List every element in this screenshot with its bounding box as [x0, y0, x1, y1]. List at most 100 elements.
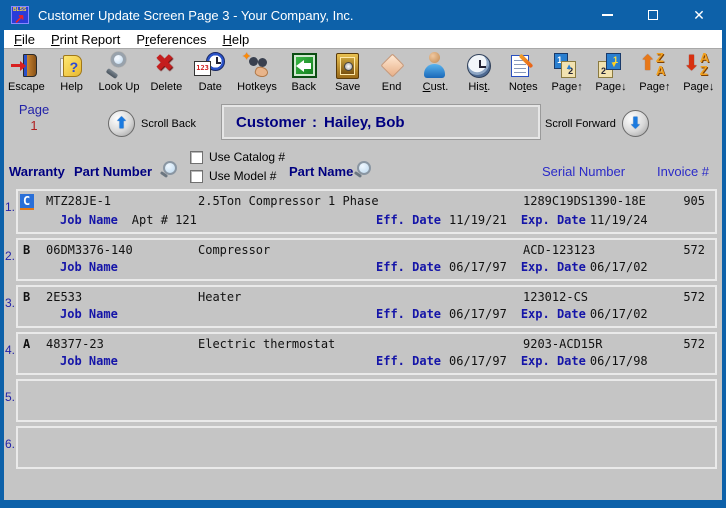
menu-preferences[interactable]: Pr eferences: [128, 30, 214, 48]
invoice-cell: 572: [683, 290, 705, 304]
table-row: 3. B 2E533 Heater 123012-CS 572 Job Name…: [5, 285, 717, 328]
part-name-cell[interactable]: Compressor: [198, 243, 523, 257]
eff-date-value[interactable]: 06/17/97: [449, 354, 507, 368]
part-number-cell[interactable]: 48377-23: [46, 337, 198, 351]
warranty-cell[interactable]: A: [20, 337, 46, 351]
save-button[interactable]: Save: [331, 52, 365, 101]
scroll-back-button[interactable]: ⬆: [108, 110, 135, 137]
serial-cell[interactable]: 9203-ACD15R: [523, 337, 675, 351]
escape-button[interactable]: Escape: [8, 52, 45, 101]
invoice-cell: 572: [683, 243, 705, 257]
exp-date-value[interactable]: 11/19/24: [590, 213, 648, 227]
hotkeys-button[interactable]: Hotkeys: [237, 50, 277, 101]
exp-date-value[interactable]: 06/17/02: [590, 307, 648, 321]
app-window: Customer Update Screen Page 3 - Your Com…: [0, 0, 726, 508]
exp-date-label: Exp. Date: [520, 260, 586, 274]
pages-down-icon: [594, 52, 628, 81]
calendar-clock-icon: [193, 52, 227, 81]
eff-date-value[interactable]: 06/17/97: [449, 260, 507, 274]
menu-file[interactable]: File: [6, 30, 43, 48]
eff-date-label: Eff. Date: [376, 260, 442, 274]
use-catalog-label: Use Catalog #: [209, 150, 286, 164]
page-down-button[interactable]: Page↓: [594, 52, 628, 101]
up-arrow-icon: ⬆: [115, 115, 128, 132]
customer-button[interactable]: Cust.: [418, 52, 452, 101]
notes-button[interactable]: Notes: [506, 52, 540, 101]
row-box[interactable]: [16, 426, 717, 469]
window-title: Customer Update Screen Page 3 - Your Com…: [38, 7, 354, 23]
delete-button[interactable]: Delete: [149, 49, 183, 101]
row-box[interactable]: A 48377-23 Electric thermostat 9203-ACD1…: [16, 332, 717, 375]
down-arrow-icon: ⬇: [629, 115, 642, 132]
row-number: 6.: [5, 437, 16, 451]
customer-label: Customer: [236, 113, 307, 131]
part-name-cell[interactable]: 2.5Ton Compressor 1 Phase: [198, 194, 523, 208]
date-button[interactable]: Date: [193, 52, 227, 101]
customer-field[interactable]: Customer : Hailey, Bob: [222, 105, 540, 139]
exp-date-label: Exp. Date: [520, 307, 586, 321]
scroll-forward-button[interactable]: ⬇: [621, 110, 649, 137]
page-down-sort-button[interactable]: Page↓: [682, 50, 716, 101]
row-box[interactable]: B 2E533 Heater 123012-CS 572 Job Name Ef…: [16, 285, 717, 328]
invoice-column-header: Invoice #: [657, 164, 710, 179]
invoice-cell: 905: [683, 194, 705, 208]
sort-az-down-icon: [682, 50, 716, 81]
table-row: 4. A 48377-23 Electric thermostat 9203-A…: [5, 332, 717, 375]
table-row: 1. C MTZ28JE-1 2.5Ton Compressor 1 Phase…: [5, 189, 717, 234]
minimize-button[interactable]: [584, 0, 630, 30]
clock-icon: [462, 52, 496, 81]
history-button[interactable]: Hist.: [462, 52, 496, 101]
binoculars-hand-icon: [240, 50, 274, 81]
exp-date-value[interactable]: 06/17/02: [590, 260, 648, 274]
minimize-icon: [601, 14, 613, 16]
person-icon: [418, 52, 452, 81]
part-name-column-header: Part Name: [289, 164, 354, 179]
close-button[interactable]: ✕: [676, 0, 722, 30]
job-name-label: Job Name: [60, 213, 118, 227]
look-up-button[interactable]: Look Up: [98, 52, 139, 101]
app-icon: [11, 6, 29, 27]
warranty-cell[interactable]: B: [20, 243, 46, 257]
serial-cell[interactable]: 123012-CS: [523, 290, 675, 304]
help-button[interactable]: Help: [55, 52, 89, 101]
part-number-search-icon[interactable]: [159, 161, 177, 179]
warranty-cell[interactable]: C: [20, 194, 34, 210]
maximize-button[interactable]: [630, 0, 676, 30]
magnifier-icon: [102, 52, 136, 81]
page-indicator: Page 1: [17, 102, 51, 133]
job-name-value[interactable]: Apt # 121: [132, 213, 197, 227]
part-number-cell[interactable]: 2E533: [46, 290, 198, 304]
page-up-button[interactable]: Page↑: [550, 52, 584, 101]
eff-date-value[interactable]: 11/19/21: [449, 213, 507, 227]
row-number: 3.: [5, 296, 16, 310]
part-name-search-icon[interactable]: [353, 161, 371, 179]
end-button[interactable]: End: [375, 52, 409, 101]
row-box[interactable]: B 06DM3376-140 Compressor ACD-123123 572…: [16, 238, 717, 281]
row-number: 5.: [5, 390, 16, 404]
part-number-cell[interactable]: MTZ28JE-1: [46, 194, 198, 208]
back-button[interactable]: Back: [287, 52, 321, 101]
diamond-icon: [375, 52, 409, 81]
part-name-cell[interactable]: Heater: [198, 290, 523, 304]
part-number-cell[interactable]: 06DM3376-140: [46, 243, 198, 257]
exp-date-value[interactable]: 06/17/98: [590, 354, 648, 368]
job-name-label: Job Name: [60, 260, 118, 274]
menu-print-report[interactable]: Print Report: [43, 30, 128, 48]
eff-date-value[interactable]: 06/17/97: [449, 307, 507, 321]
toolbar: Escape Help Look Up Delete Date Hotkeys …: [4, 49, 722, 101]
warranty-cell[interactable]: B: [20, 290, 46, 304]
row-number: 2.: [5, 249, 16, 263]
eff-date-label: Eff. Date: [376, 307, 442, 321]
row-box[interactable]: C MTZ28JE-1 2.5Ton Compressor 1 Phase 12…: [16, 189, 717, 234]
menu-help[interactable]: Help: [214, 30, 257, 48]
delete-x-icon: [149, 49, 183, 81]
use-catalog-checkbox[interactable]: [190, 150, 203, 164]
page-up-sort-button[interactable]: Page↑: [638, 50, 672, 101]
use-model-checkbox[interactable]: [190, 169, 203, 183]
serial-cell[interactable]: ACD-123123: [523, 243, 675, 257]
row-box[interactable]: [16, 379, 717, 422]
serial-cell[interactable]: 1289C19DS1390-18E: [523, 194, 675, 208]
scroll-back-group: ⬆ Scroll Back: [108, 110, 196, 137]
scroll-forward-label: Scroll Forward: [545, 117, 616, 130]
part-name-cell[interactable]: Electric thermostat: [198, 337, 523, 351]
